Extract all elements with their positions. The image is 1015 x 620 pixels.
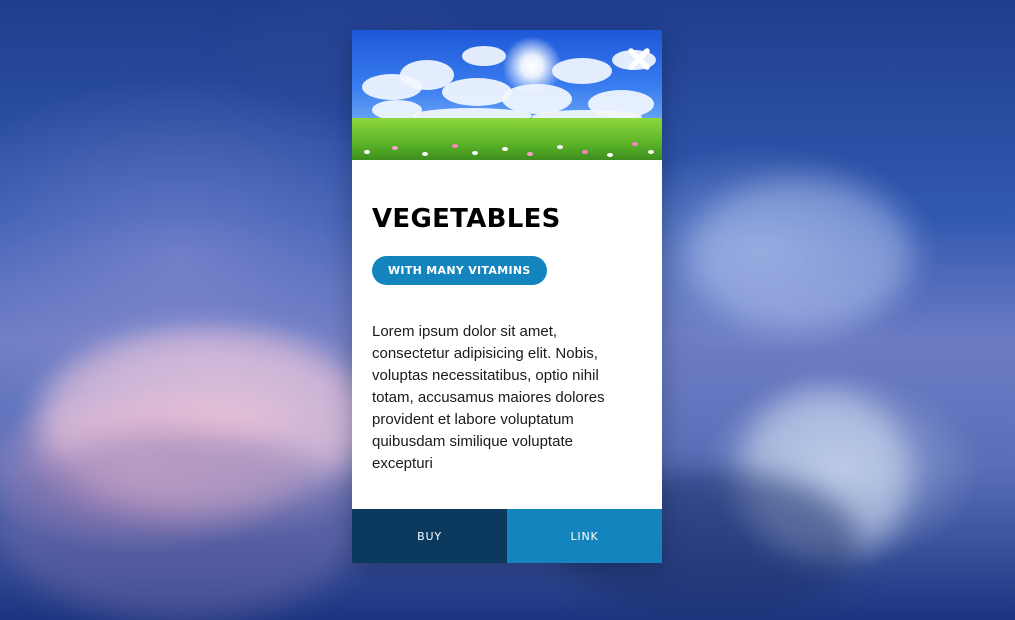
close-icon[interactable] [626,46,652,72]
modal-title: VEGETABLES [372,204,561,234]
modal-content: VEGETABLES WITH MANY VITAMINS Lorem ipsu… [352,160,662,475]
modal-actions: BUY LINK [352,509,662,563]
product-modal: VEGETABLES WITH MANY VITAMINS Lorem ipsu… [352,30,662,563]
link-button[interactable]: LINK [507,509,662,563]
grass-field [352,118,662,160]
vitamins-badge: WITH MANY VITAMINS [372,256,547,285]
buy-button[interactable]: BUY [352,509,507,563]
meadow-sky-image [352,30,662,160]
modal-description: Lorem ipsum dolor sit amet, consectetur … [372,323,605,472]
